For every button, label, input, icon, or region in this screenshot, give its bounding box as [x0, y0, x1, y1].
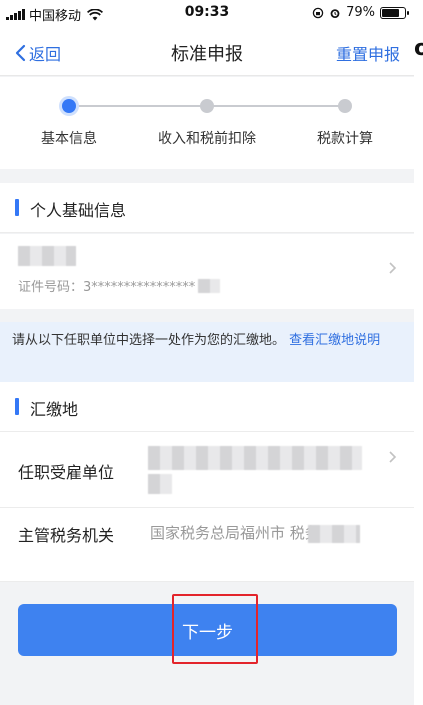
redacted-name	[18, 246, 76, 266]
redacted-district	[308, 525, 360, 543]
personal-info-header: 个人基础信息	[0, 183, 414, 233]
step-connector	[69, 105, 207, 107]
step-label-basic-info[interactable]: 基本信息	[41, 128, 97, 148]
chevron-right-icon	[389, 262, 397, 274]
status-bar: 中国移动 09:33 79%	[0, 0, 414, 28]
phone-screen: 中国移动 09:33 79% 返回 标准申报 重置申报 基本信息 收入和税前扣除…	[0, 0, 414, 705]
redacted-id-tail	[198, 279, 220, 293]
rotation-lock-icon	[312, 7, 324, 18]
battery-fill	[382, 8, 400, 17]
battery-icon	[380, 6, 409, 19]
employer-label: 任职受雇单位	[18, 463, 115, 482]
id-number: 证件号码：3****************	[18, 280, 196, 295]
nav-bar: 返回 标准申报 重置申报	[0, 28, 414, 76]
edge-glyph: o	[414, 36, 423, 61]
notice-banner: 请从以下任职单位中选择一处作为您的汇缴地。 查看汇缴地说明	[0, 322, 414, 382]
tax-office-label: 主管税务机关	[18, 526, 115, 545]
tax-office-row: 主管税务机关 国家税务总局福州市 税务局	[0, 508, 414, 582]
chevron-right-icon	[389, 451, 397, 463]
redacted-employer-line2	[148, 474, 172, 494]
alarm-icon	[330, 8, 340, 18]
payment-place-title: 汇缴地	[30, 400, 79, 419]
section-marker	[15, 398, 19, 415]
step-dot-income	[200, 99, 214, 113]
highlight-annotation	[172, 594, 258, 664]
employer-row[interactable]: 任职受雇单位	[0, 432, 414, 508]
personal-info-title: 个人基础信息	[30, 201, 127, 220]
section-marker	[15, 199, 19, 216]
reset-declaration-button[interactable]: 重置申报	[336, 41, 400, 65]
step-dot-tax-calc	[338, 99, 352, 113]
step-connector	[207, 105, 345, 107]
neighbor-edge: o	[414, 0, 423, 705]
notice-text: 请从以下任职单位中选择一处作为您的汇缴地。	[12, 333, 286, 348]
step-label-income[interactable]: 收入和税前扣除	[158, 128, 256, 148]
progress-stepper: 基本信息 收入和税前扣除 税款计算	[0, 77, 414, 169]
payment-place-header: 汇缴地	[0, 382, 414, 432]
view-explanation-link[interactable]: 查看汇缴地说明	[289, 333, 380, 348]
person-row[interactable]: 证件号码：3****************	[0, 234, 414, 309]
step-dot-basic-info	[62, 99, 76, 113]
step-label-tax-calc[interactable]: 税款计算	[317, 128, 373, 148]
status-right: 79%	[312, 5, 409, 20]
redacted-employer-line1	[148, 446, 362, 470]
battery-percent: 79%	[346, 5, 375, 20]
